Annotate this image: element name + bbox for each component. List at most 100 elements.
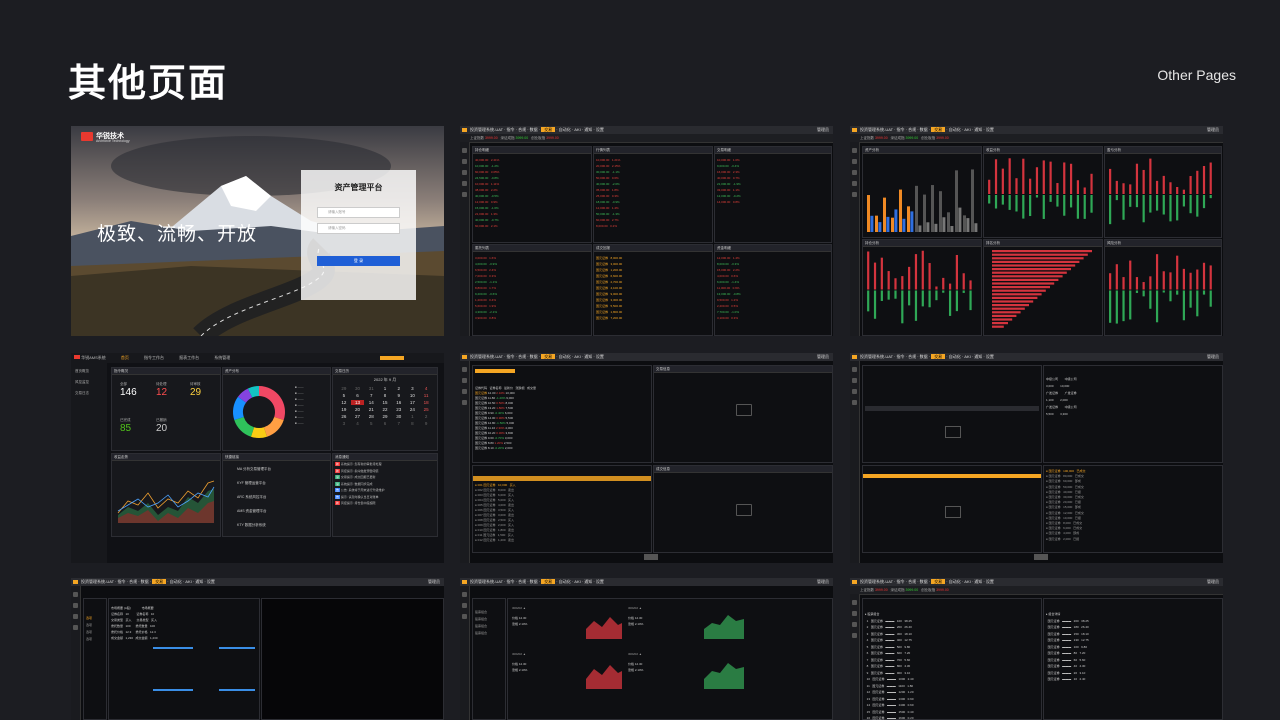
empty-panel-top: 交易信息 <box>653 365 833 463</box>
calendar-day[interactable]: 21 <box>364 407 378 412</box>
nav-item-report[interactable]: 报表工作台 <box>179 355 199 360</box>
calendar-day[interactable]: 3 <box>406 386 420 391</box>
calendar-day[interactable]: 26 <box>337 414 351 419</box>
search-box[interactable] <box>380 356 404 360</box>
user-name[interactable]: 管理员 <box>817 353 829 361</box>
calendar-day[interactable]: 29 <box>337 386 351 391</box>
bar <box>1008 158 1011 194</box>
calendar-day[interactable]: 14 <box>364 400 378 405</box>
trading-order-screenshot: 投资管理系统-UAT · 指令 · 合规 · 数据 · 交易 · 自动化 · A… <box>460 353 833 563</box>
menu-active[interactable]: 交易 <box>931 127 946 132</box>
bar <box>883 197 886 232</box>
user-name[interactable]: 管理员 <box>1207 126 1219 134</box>
position-detail-panel: ▸ 组合详情 国元证券 ▬▬▬ 200 38.25 国元证券 ▬▬▬ 180 2… <box>1043 598 1223 720</box>
sidebar-item[interactable]: 首页概览 <box>71 363 107 374</box>
sidebar-item[interactable]: 交易日志 <box>71 385 107 396</box>
nav-item-system[interactable]: 系统管理 <box>214 355 230 360</box>
calendar-day[interactable]: 4 <box>419 386 433 391</box>
calendar-day[interactable]: 5 <box>364 421 378 426</box>
message-item[interactable]: 新 风控提示: 持仓集中度超限 <box>333 500 437 507</box>
bar <box>928 290 931 308</box>
calendar-day[interactable]: 30 <box>351 386 365 391</box>
app-title: 投资管理系统-UAT <box>470 127 503 132</box>
nav-item-home[interactable]: 首页 <box>121 355 129 360</box>
calendar-day[interactable]: 16 <box>392 400 406 405</box>
link-item[interactable]: AMS 资金管理平台 <box>223 500 330 514</box>
dashboard-screenshot: 华锐AMS系统 首页 指令工作台 报表工作台 系统管理 首页概览 风控监控 交易… <box>71 353 444 563</box>
calendar-day[interactable]: 13 <box>350 400 365 405</box>
user-name[interactable]: 管理员 <box>428 578 440 586</box>
link-item[interactable]: KTY 数据分析系统 <box>223 514 330 528</box>
user-name[interactable]: 管理员 <box>817 126 829 134</box>
calendar-day[interactable]: 20 <box>351 407 365 412</box>
username-field[interactable]: 请输入账号 <box>317 207 400 218</box>
menu-active[interactable]: 交易 <box>541 354 556 359</box>
bar <box>1189 290 1192 308</box>
calendar-day[interactable]: 12 <box>337 400 351 405</box>
user-name[interactable]: 管理员 <box>1207 353 1219 361</box>
calendar-day[interactable]: 10 <box>406 393 420 398</box>
bar <box>955 170 958 232</box>
calendar-day[interactable]: 9 <box>419 421 433 426</box>
calendar-day[interactable]: 6 <box>378 421 392 426</box>
calendar-day[interactable]: 5 <box>337 393 351 398</box>
confirm-button[interactable] <box>644 554 658 560</box>
brand-logo <box>74 355 80 359</box>
calendar-day[interactable]: 1 <box>406 414 420 419</box>
menu-active[interactable]: 交易 <box>931 354 946 359</box>
login-button[interactable]: 登 录 <box>317 256 400 266</box>
calendar-day[interactable]: 9 <box>392 393 406 398</box>
bar <box>1049 195 1052 202</box>
trading-form-screenshot: 投资管理系统-UAT · 指令 · 合规 · 数据 · 交易 · 自动化 · A… <box>71 578 444 720</box>
bar <box>939 191 942 232</box>
confirm-button[interactable] <box>1034 554 1048 560</box>
side-toolbar <box>460 142 470 336</box>
calendar-day[interactable]: 11 <box>419 393 433 398</box>
link-item[interactable]: ARC 系统风控平台 <box>223 486 330 500</box>
bar <box>867 290 870 312</box>
bar <box>1202 290 1206 295</box>
calendar-day[interactable]: 15 <box>378 400 392 405</box>
calendar-day[interactable]: 7 <box>392 421 406 426</box>
svg-text:300202 ▲: 300202 ▲ <box>628 652 642 656</box>
side-toolbar <box>71 586 81 720</box>
calendar-day[interactable]: 24 <box>406 407 420 412</box>
sidebar-item[interactable]: 风控监控 <box>71 374 107 385</box>
calendar-day[interactable]: 2 <box>419 414 433 419</box>
svg-text:涨幅 2.10%: 涨幅 2.10% <box>512 621 528 626</box>
menu-active[interactable]: 交易 <box>152 579 167 584</box>
bar <box>1056 195 1059 207</box>
calendar-day[interactable]: 23 <box>392 407 406 412</box>
calendar-day[interactable]: 28 <box>364 414 378 419</box>
bar <box>1029 195 1032 217</box>
calendar-day[interactable]: 29 <box>378 414 392 419</box>
calendar-day[interactable]: 27 <box>351 414 365 419</box>
link-item[interactable]: MA 分析交易管理平台 <box>223 461 330 472</box>
link-item[interactable]: KYF 管理运营平台 <box>223 472 330 486</box>
calendar-day[interactable]: 17 <box>406 400 420 405</box>
calendar-day[interactable]: 31 <box>364 386 378 391</box>
calendar-day[interactable]: 1 <box>378 386 392 391</box>
user-name[interactable]: 管理员 <box>817 578 829 586</box>
user-name[interactable]: 管理员 <box>1207 578 1219 586</box>
calendar-day[interactable]: 4 <box>351 421 365 426</box>
calendar-day[interactable]: 25 <box>419 407 433 412</box>
calendar-day[interactable]: 8 <box>406 421 420 426</box>
calendar-day[interactable]: 2 <box>392 386 406 391</box>
calendar-day[interactable]: 7 <box>364 393 378 398</box>
menu-active[interactable]: 交易 <box>541 579 556 584</box>
calendar-day[interactable]: 30 <box>392 414 406 419</box>
calendar-day[interactable]: 18 <box>419 400 433 405</box>
bar <box>1109 273 1112 290</box>
calendar-day[interactable]: 3 <box>337 421 351 426</box>
bar <box>1042 160 1045 194</box>
nav-item-order[interactable]: 指令工作台 <box>144 355 164 360</box>
calendar-day[interactable]: 19 <box>337 407 351 412</box>
calendar-day[interactable]: 22 <box>378 407 392 412</box>
calendar-day[interactable]: 6 <box>351 393 365 398</box>
password-field[interactable]: 请输入密码 <box>317 223 400 234</box>
calendar-day[interactable]: 8 <box>378 393 392 398</box>
menu-active[interactable]: 交易 <box>931 579 946 584</box>
hbar <box>992 260 1080 263</box>
menu-active[interactable]: 交易 <box>541 127 556 132</box>
